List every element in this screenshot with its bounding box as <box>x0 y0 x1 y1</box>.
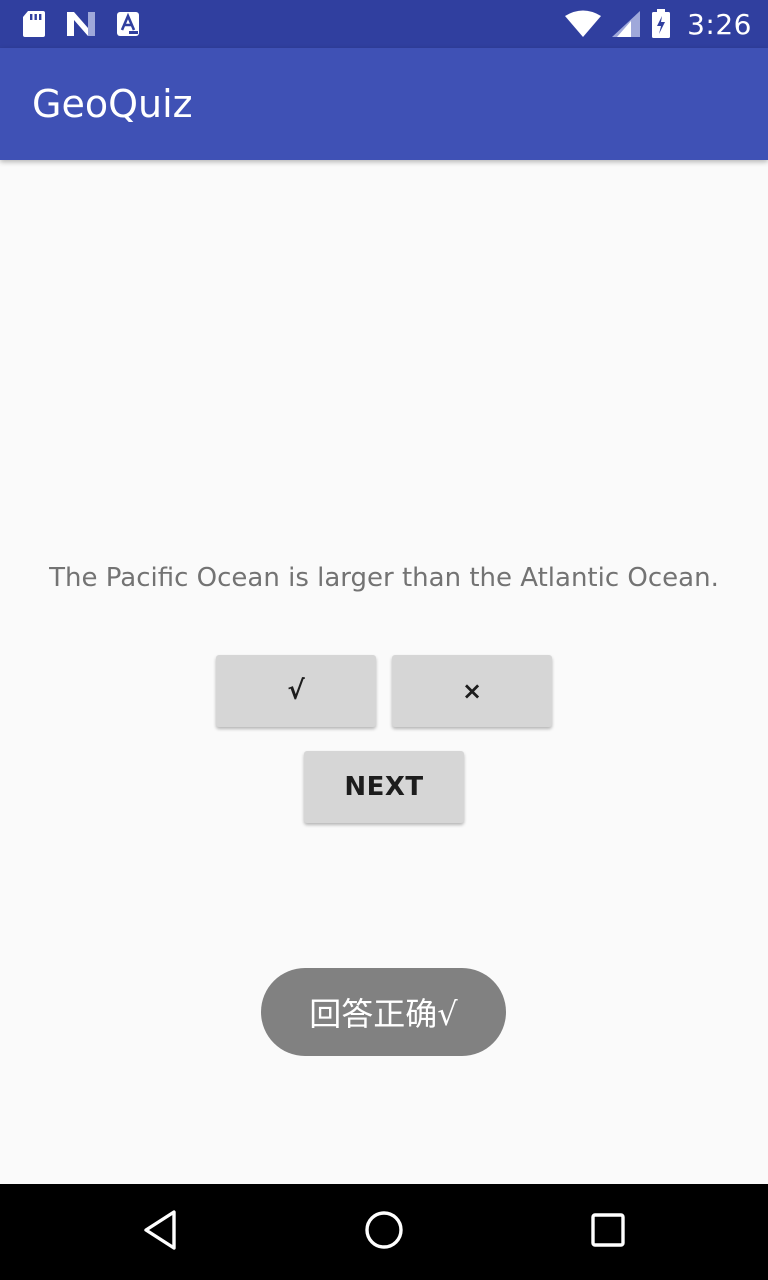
a-notification-icon <box>116 11 140 37</box>
back-icon <box>140 1208 180 1257</box>
battery-charging-icon <box>651 9 671 39</box>
status-right-icons: 3:26 <box>565 0 752 48</box>
home-button[interactable] <box>352 1200 416 1264</box>
true-button[interactable]: √ <box>216 655 376 727</box>
status-left-icons <box>22 0 140 48</box>
status-time: 3:26 <box>687 7 752 41</box>
recents-icon <box>589 1211 627 1254</box>
wifi-icon <box>565 10 602 38</box>
cell-signal-icon <box>611 10 641 38</box>
back-button[interactable] <box>128 1200 192 1264</box>
status-bar: 3:26 <box>0 0 768 48</box>
question-text: The Pacific Ocean is larger than the Atl… <box>49 563 719 593</box>
app-bar: GeoQuiz <box>0 48 768 160</box>
recents-button[interactable] <box>576 1200 640 1264</box>
toast-text: 回答正确√ <box>309 995 458 1033</box>
n-notification-icon <box>66 11 96 37</box>
toast-message: 回答正确√ <box>261 968 506 1056</box>
sd-card-icon <box>22 10 46 38</box>
home-icon <box>363 1209 405 1256</box>
false-button[interactable]: × <box>392 655 552 727</box>
navigation-bar <box>0 1184 768 1280</box>
next-button[interactable]: NEXT <box>304 751 464 823</box>
app-title: GeoQuiz <box>32 82 193 126</box>
